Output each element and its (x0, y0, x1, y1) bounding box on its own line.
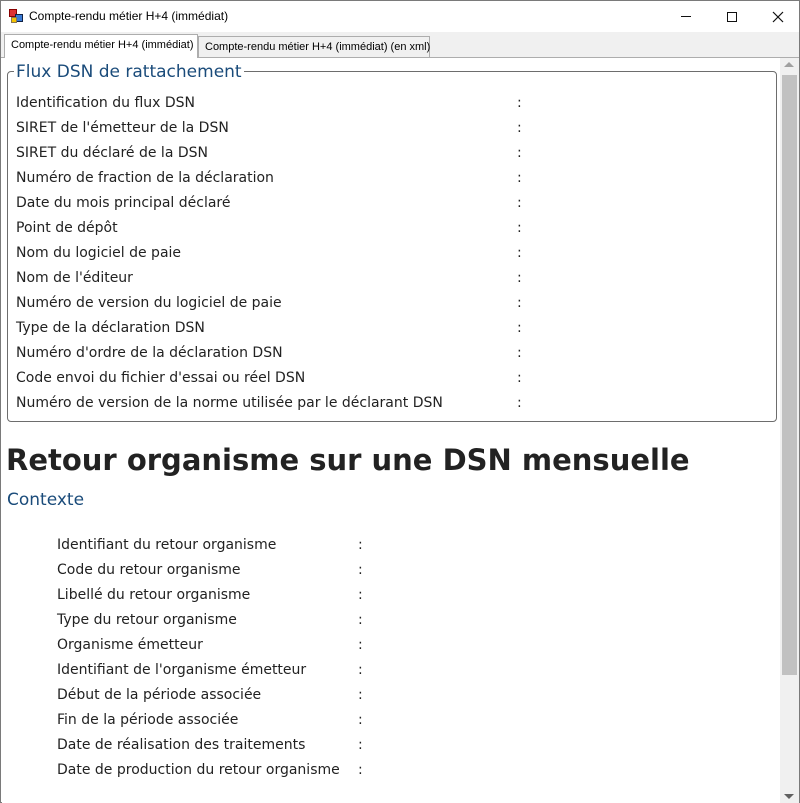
tab-compte-rendu[interactable]: Compte-rendu métier H+4 (immédiat) (4, 34, 198, 58)
minimize-icon (681, 16, 691, 17)
maximize-button[interactable] (709, 1, 755, 32)
flux-row-sep: : (517, 320, 522, 336)
retour-row-sep: : (358, 687, 363, 703)
tab-strip: Compte-rendu métier H+4 (immédiat) Compt… (1, 32, 799, 58)
flux-row-sep: : (517, 220, 522, 236)
retour-row-sep: : (358, 562, 363, 578)
retour-row-sep: : (358, 537, 363, 553)
retour-row-sep: : (358, 762, 363, 778)
vertical-scrollbar[interactable] (780, 58, 799, 803)
report-content: Flux DSN de rattachement Identification … (2, 58, 780, 803)
retour-heading: Retour organisme sur une DSN mensuelle (6, 443, 690, 477)
flux-row-sep: : (517, 245, 522, 261)
retour-row-label: Code du retour organisme (57, 562, 241, 578)
flux-row-label: Identification du flux DSN (16, 95, 196, 111)
retour-row-label: Date de réalisation des traitements (57, 737, 306, 753)
retour-row-label: Date de production du retour organisme (57, 762, 340, 778)
maximize-icon (727, 11, 737, 22)
retour-row-sep: : (358, 712, 363, 728)
retour-row-label: Type du retour organisme (57, 612, 237, 628)
scroll-down-icon[interactable] (784, 794, 794, 799)
flux-row-sep: : (517, 145, 522, 161)
flux-row-sep: : (517, 295, 522, 311)
retour-row-sep: : (358, 737, 363, 753)
flux-row-label: SIRET de l'émetteur de la DSN (16, 120, 229, 136)
flux-row-label: Nom de l'éditeur (16, 270, 133, 286)
tab-compte-rendu-xml[interactable]: Compte-rendu métier H+4 (immédiat) (en x… (198, 36, 430, 58)
flux-row-label: Numéro d'ordre de la déclaration DSN (16, 345, 283, 361)
flux-row-sep: : (517, 395, 522, 411)
retour-row-label: Organisme émetteur (57, 637, 203, 653)
close-button[interactable] (755, 1, 800, 32)
scroll-thumb[interactable] (782, 75, 797, 675)
retour-row-sep: : (358, 587, 363, 603)
retour-row-sep: : (358, 637, 363, 653)
flux-row-sep: : (517, 170, 522, 186)
flux-row-label: Nom du logiciel de paie (16, 245, 182, 261)
flux-row-sep: : (517, 120, 522, 136)
window-title: Compte-rendu métier H+4 (immédiat) (29, 9, 229, 23)
contexte-subheading: Contexte (7, 490, 85, 510)
flux-row-sep: : (517, 345, 522, 361)
retour-row-label: Identifiant de l'organisme émetteur (57, 662, 307, 678)
retour-row-label: Identifiant du retour organisme (57, 537, 277, 553)
retour-row-label: Début de la période associée (57, 687, 262, 703)
retour-row-sep: : (358, 612, 363, 628)
flux-row-label: Numéro de version de la norme utilisée p… (16, 395, 443, 411)
app-window: Compte-rendu métier H+4 (immédiat) Compt… (0, 0, 800, 803)
flux-row-sep: : (517, 370, 522, 386)
app-icon (9, 9, 23, 23)
flux-row-label: Code envoi du fichier d'essai ou réel DS… (16, 370, 306, 386)
flux-row-label: Point de dépôt (16, 220, 118, 236)
retour-row-label: Fin de la période associée (57, 712, 239, 728)
title-bar[interactable]: Compte-rendu métier H+4 (immédiat) (1, 1, 799, 32)
flux-dsn-legend: Flux DSN de rattachement (14, 62, 244, 82)
close-icon (772, 11, 784, 22)
flux-row-sep: : (517, 270, 522, 286)
flux-row-label: SIRET du déclaré de la DSN (16, 145, 208, 161)
flux-row-label: Numéro de fraction de la déclaration (16, 170, 274, 186)
flux-row-label: Numéro de version du logiciel de paie (16, 295, 282, 311)
flux-dsn-group: Flux DSN de rattachement Identification … (7, 62, 777, 422)
minimize-button[interactable] (663, 1, 709, 32)
flux-row-label: Date du mois principal déclaré (16, 195, 231, 211)
flux-row-sep: : (517, 95, 522, 111)
flux-row-sep: : (517, 195, 522, 211)
scroll-up-icon[interactable] (784, 62, 794, 67)
flux-row-label: Type de la déclaration DSN (16, 320, 205, 336)
retour-row-label: Libellé du retour organisme (57, 587, 251, 603)
retour-row-sep: : (358, 662, 363, 678)
